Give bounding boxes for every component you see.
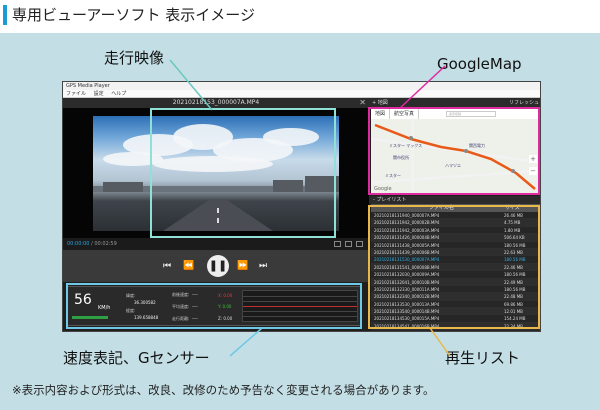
- playlist-highlight-box: [368, 205, 540, 329]
- pause-button[interactable]: ❚❚: [207, 255, 229, 277]
- header: 専用ビューアーソフト 表示イメージ: [0, 3, 600, 27]
- close-icon[interactable]: ✕: [359, 98, 366, 108]
- page-title: 専用ビューアーソフト 表示イメージ: [12, 6, 255, 24]
- menu-settings[interactable]: 設定: [94, 91, 104, 97]
- menu-help[interactable]: ヘルプ: [111, 91, 126, 97]
- rewind-icon[interactable]: ⏪: [183, 262, 194, 271]
- map-header-label: + 地図: [372, 100, 388, 106]
- menu-file[interactable]: ファイル: [66, 91, 86, 97]
- speed-highlight-box: [66, 283, 362, 329]
- time-bar[interactable]: 00:00:00 / 00:02:59: [63, 238, 369, 250]
- callout-playlist: 再生リスト: [445, 349, 521, 367]
- snapshot-icon[interactable]: [334, 241, 341, 247]
- playback-controls: ⏮ ⏪ ❚❚ ⏩ ⏭: [63, 250, 369, 282]
- disclaimer-note: ※表示内容および形式は、改良、改修のため予告なく変更される場合があります。: [12, 383, 435, 397]
- volume-icon[interactable]: [356, 241, 363, 247]
- video-filename: 20210218153_000007A.MP4: [172, 99, 260, 106]
- header-accent-bar: [3, 5, 7, 25]
- video-highlight-box: [150, 108, 336, 238]
- time-total: / 00:02:59: [91, 241, 117, 247]
- playlist-header: - プレイリスト: [369, 196, 540, 204]
- callout-video: 走行映像: [104, 49, 165, 67]
- time-current: 00:00:00: [67, 241, 90, 247]
- callout-speed: 速度表記、Gセンサー: [63, 349, 210, 367]
- video-header: 20210218153_000007A.MP4 ✕: [63, 98, 369, 108]
- callout-map: GoogleMap: [437, 55, 522, 73]
- fast-forward-icon[interactable]: ⏩: [237, 262, 248, 271]
- fullscreen-icon[interactable]: [345, 241, 352, 247]
- next-file-icon[interactable]: ⏭: [259, 262, 267, 271]
- map-highlight-box: [368, 107, 540, 195]
- window-titlebar: GPS Media Player: [63, 82, 540, 90]
- menu-bar: ファイル 設定 ヘルプ: [63, 90, 540, 98]
- prev-file-icon[interactable]: ⏮: [163, 262, 171, 271]
